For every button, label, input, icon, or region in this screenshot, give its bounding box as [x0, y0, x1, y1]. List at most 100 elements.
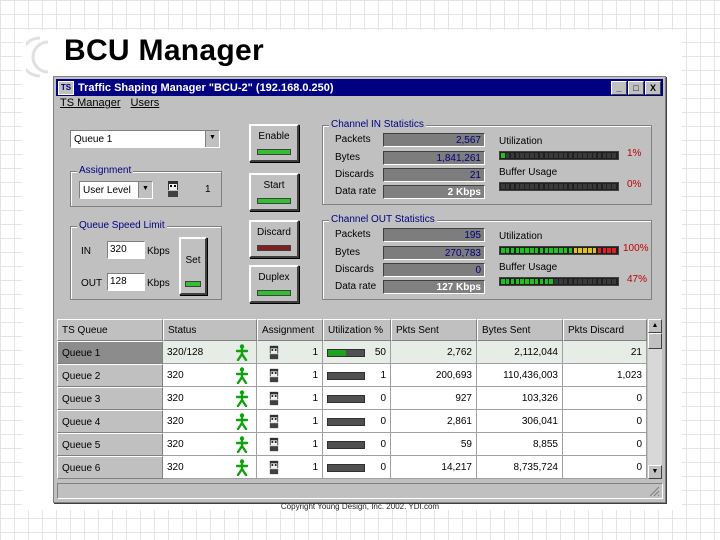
meter-segment	[554, 279, 558, 284]
table-row[interactable]: Queue 5 320 1 0 59 8,855 0	[57, 433, 647, 456]
out-utilization-meter	[499, 246, 619, 255]
out-speed-field[interactable]: 128	[107, 273, 145, 291]
meter-segment	[592, 153, 597, 158]
meter-segment	[583, 279, 587, 284]
meter-segment	[607, 153, 611, 158]
start-button[interactable]: Start	[249, 173, 299, 211]
queue-select-value: Queue 1	[74, 133, 113, 145]
meter-segment	[578, 184, 582, 189]
meter-segment	[534, 248, 539, 253]
resize-grip-icon[interactable]	[649, 486, 660, 497]
col-assignment[interactable]: Assignment	[257, 319, 323, 341]
in-utilization-label: Utilization	[499, 136, 543, 147]
out-bytes-label: Bytes	[335, 247, 361, 258]
meter-segment	[525, 153, 529, 158]
row-utilization-bar	[327, 372, 365, 380]
set-button-label: Set	[185, 255, 201, 266]
row-assignment-cell: 1	[257, 387, 323, 410]
row-utilization: 0	[380, 439, 386, 450]
row-status: 320	[167, 462, 184, 473]
table-row[interactable]: Queue 3 320 1 0 927 103,326 0	[57, 387, 647, 410]
in-speed-value: 320	[110, 244, 127, 255]
chevron-down-icon[interactable]: ▼	[205, 131, 219, 147]
out-buffer-label: Buffer Usage	[499, 262, 558, 273]
row-pkts-sent: 14,217	[391, 456, 477, 479]
chevron-down-icon[interactable]: ▼	[138, 182, 152, 198]
row-utilization-cell: 0	[323, 387, 391, 410]
row-status: 320	[167, 416, 184, 427]
assignment-select[interactable]: User Level ▼	[79, 181, 153, 199]
enable-button[interactable]: Enable	[249, 124, 299, 162]
meter-segment	[539, 279, 544, 284]
table-scrollbar[interactable]: ▲ ▼	[648, 319, 662, 479]
col-pkts-sent[interactable]: Pkts Sent	[391, 319, 477, 341]
meter-segment	[520, 184, 524, 189]
meter-segment	[554, 184, 558, 189]
row-queue-name: Queue 4	[57, 410, 163, 433]
meter-segment	[501, 153, 505, 158]
row-status-cell: 320	[163, 387, 257, 410]
meter-segment	[554, 153, 558, 158]
person-active-icon	[235, 459, 249, 479]
col-bytes-sent[interactable]: Bytes Sent	[477, 319, 563, 341]
meter-segment	[583, 248, 587, 253]
meter-segment	[501, 279, 505, 284]
out-utilization-label: Utilization	[499, 231, 543, 242]
minimize-button[interactable]: _	[611, 81, 627, 95]
row-pkts-sent: 59	[391, 433, 477, 456]
assignment-legend: Assignment	[77, 165, 134, 176]
meter-segment	[501, 184, 505, 189]
queue-select[interactable]: Queue 1 ▼	[70, 130, 220, 148]
row-pkts-sent: 200,693	[391, 364, 477, 387]
meter-segment	[573, 248, 578, 253]
out-discards-value: 0	[383, 263, 485, 277]
meter-segment	[612, 153, 616, 158]
meter-segment	[505, 248, 510, 253]
in-speed-field[interactable]: 320	[107, 241, 145, 259]
table-row[interactable]: Queue 4 320 1 0 2,861 306,041 0	[57, 410, 647, 433]
meter-segment	[568, 248, 573, 253]
table-header: TS Queue Status Assignment Utilization %…	[57, 319, 647, 341]
maximize-button[interactable]: □	[628, 81, 644, 95]
row-utilization-cell: 1	[323, 364, 391, 387]
meter-segment	[525, 279, 529, 284]
row-assignment-cell: 1	[257, 341, 323, 364]
table-row[interactable]: Queue 1 320/128 1 50 2,762 2,112,044 21	[57, 341, 647, 364]
scroll-thumb[interactable]	[648, 333, 662, 349]
row-utilization-cell: 50	[323, 341, 391, 364]
meter-segment	[597, 248, 602, 253]
row-pkts-discard: 0	[563, 410, 647, 433]
row-pkts-sent: 2,762	[391, 341, 477, 364]
out-bytes-value: 270,783	[383, 246, 485, 260]
set-button[interactable]: Set	[179, 237, 207, 295]
scroll-down-icon[interactable]: ▼	[648, 465, 662, 479]
close-button[interactable]: X	[645, 81, 661, 95]
meter-segment	[559, 248, 563, 253]
menu-ts-manager[interactable]: TS Manager	[60, 97, 121, 109]
slide-title: BCU Manager	[64, 34, 264, 67]
out-speed-value: 128	[110, 276, 127, 287]
meter-segment	[602, 279, 607, 284]
duplex-button[interactable]: Duplex	[249, 265, 299, 303]
window-titlebar[interactable]: TS Traffic Shaping Manager "BCU-2" (192.…	[56, 79, 663, 96]
col-utilization[interactable]: Utilization %	[323, 319, 391, 341]
row-queue-name: Queue 3	[57, 387, 163, 410]
col-status[interactable]: Status	[163, 319, 257, 341]
table-row[interactable]: Queue 2 320 1 1 200,693 110,436,003 1,023	[57, 364, 647, 387]
discard-led	[257, 245, 291, 251]
col-ts-queue[interactable]: TS Queue	[57, 319, 163, 341]
out-packets-label: Packets	[335, 229, 371, 240]
row-bytes-sent: 2,112,044	[477, 341, 563, 364]
menu-users[interactable]: Users	[131, 97, 160, 109]
in-discards-value: 21	[383, 168, 485, 182]
meter-segment	[612, 248, 616, 253]
table-row[interactable]: Queue 6 320 1 0 14,217 8,735,724 0	[57, 456, 647, 479]
meter-segment	[588, 279, 592, 284]
scroll-up-icon[interactable]: ▲	[648, 319, 662, 333]
meter-segment	[563, 184, 568, 189]
out-label: OUT	[81, 278, 103, 289]
discard-button[interactable]: Discard	[249, 220, 299, 258]
col-pkts-discard[interactable]: Pkts Discard	[563, 319, 647, 341]
in-datarate-value: 2 Kbps	[383, 185, 485, 199]
row-status: 320	[167, 370, 184, 381]
